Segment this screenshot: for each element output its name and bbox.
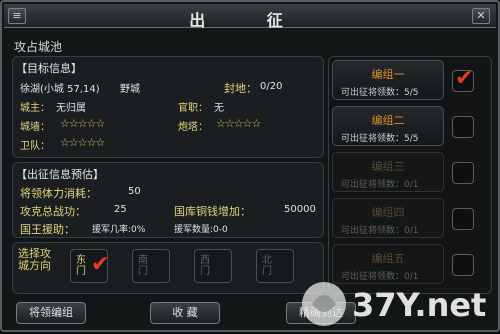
- target-heading: 【目标信息】: [16, 62, 82, 75]
- guard-label: 卫队：: [20, 141, 50, 152]
- group-count: 可出征将领数：5/5: [341, 88, 419, 98]
- checkmark-icon: ✔: [455, 66, 474, 91]
- official-label: 官职：: [178, 103, 208, 114]
- group-count: 可出征将领数：0/1: [341, 226, 419, 236]
- group-4-checkbox[interactable]: [452, 208, 474, 230]
- window-title: 出 征: [189, 11, 311, 30]
- gate-east[interactable]: 东门 ✔: [70, 249, 110, 283]
- expedition-window: ≡ 出 征 ✕ 攻占城池 【目标信息】 徐湖(小城 57,14) 野城 封地： …: [0, 0, 500, 332]
- gate-south-label: 南门: [138, 255, 148, 277]
- group-name: 编组五: [371, 252, 405, 265]
- aid-label: 国王援助：: [20, 223, 75, 236]
- wall-stars: ☆☆☆☆☆: [60, 117, 105, 130]
- section-title: 攻占城池: [14, 40, 63, 54]
- lord-label: 城主：: [20, 103, 50, 114]
- group-name: 编组二: [371, 114, 405, 127]
- target-location: 徐湖(小城 57,14): [20, 84, 100, 95]
- group-name: 编组三: [371, 160, 405, 173]
- merit-value: 25: [114, 204, 127, 215]
- group-1[interactable]: 编组一 可出征将领数：5/5: [332, 60, 444, 100]
- gate-west[interactable]: 西门: [194, 249, 232, 283]
- group-name: 编组四: [371, 206, 405, 219]
- watermark-text: 37Y.net: [352, 286, 486, 324]
- group-3-checkbox[interactable]: [452, 162, 474, 184]
- title-bar: ≡ 出 征 ✕: [4, 4, 496, 30]
- copper-label: 国库铜钱增加：: [174, 205, 251, 218]
- direction-label: 选择攻城方向: [18, 247, 51, 272]
- stamina-label: 将领体力消耗：: [20, 187, 97, 200]
- tower-stars: ☆☆☆☆☆: [216, 117, 261, 130]
- aid-rate: 援军几率:0%: [92, 225, 146, 235]
- lord-value: 无归属: [56, 103, 86, 114]
- group-1-checkbox[interactable]: ✔: [452, 66, 474, 92]
- gate-south[interactable]: 南门: [132, 249, 170, 283]
- checkmark-icon: ✔: [91, 252, 110, 277]
- official-value: 无: [214, 103, 224, 114]
- group-name: 编组一: [371, 68, 405, 81]
- gate-north[interactable]: 北门: [256, 249, 294, 283]
- wall-label: 城墙：: [20, 122, 50, 133]
- gate-west-label: 西门: [200, 255, 210, 277]
- gate-north-label: 北门: [262, 255, 272, 277]
- merit-label: 攻克总战功：: [20, 205, 86, 218]
- stamina-value: 50: [128, 186, 141, 197]
- close-icon[interactable]: ✕: [472, 8, 490, 24]
- general-group-button[interactable]: 将领编组: [16, 302, 86, 324]
- fief-value: 0/20: [260, 81, 283, 92]
- site-watermark-logo: 37Y.net: [302, 282, 486, 326]
- group-2[interactable]: 编组二 可出征将领数：5/5: [332, 106, 444, 146]
- tower-label: 炮塔：: [178, 122, 208, 133]
- target-type: 野城: [120, 84, 140, 95]
- group-count: 可出征将领数：0/1: [341, 180, 419, 190]
- gate-east-label: 东门: [76, 255, 86, 277]
- fief-label: 封地：: [224, 82, 257, 95]
- group-count: 可出征将领数：5/5: [341, 134, 419, 144]
- copper-value: 50000: [284, 204, 316, 215]
- guard-stars: ☆☆☆☆☆: [60, 136, 105, 149]
- forecast-heading: 【出征信息预估】: [16, 168, 104, 181]
- group-4[interactable]: 编组四 可出征将领数：0/1: [332, 198, 444, 238]
- group-2-checkbox[interactable]: [452, 116, 474, 138]
- group-3[interactable]: 编组三 可出征将领数：0/1: [332, 152, 444, 192]
- favorite-button[interactable]: 收 藏: [150, 302, 220, 324]
- aid-count: 援军数量:0-0: [174, 225, 228, 235]
